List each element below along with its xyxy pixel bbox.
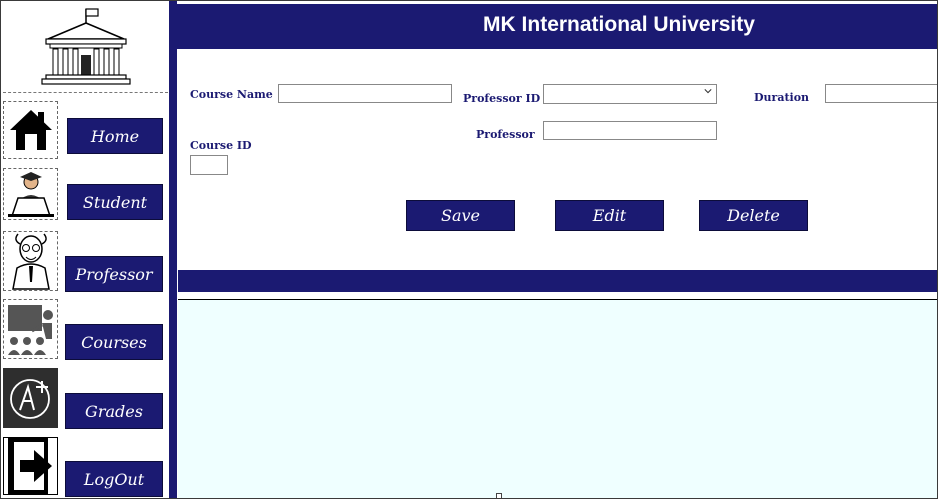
sidebar-border [169,1,177,498]
sidebar: Home Student Professor Courses Grades Lo… [1,1,169,498]
chevron-down-icon [704,89,712,94]
sidebar-item-student[interactable]: Student [67,184,163,220]
header-bar: MK International University [171,4,937,49]
delete-button[interactable]: Delete [699,200,808,231]
app-window: Home Student Professor Courses Grades Lo… [0,0,938,499]
university-logo-icon [3,3,168,91]
form-footer-bar [178,270,937,292]
student-laptop-icon [3,168,58,220]
duration-input[interactable] [825,84,937,103]
course-name-input[interactable] [278,84,452,103]
house-icon [3,101,58,159]
sidebar-item-home[interactable]: Home [67,118,163,154]
course-form: Course Name Professor ID Duration Profes… [178,49,937,270]
sidebar-item-professor[interactable]: Professor [65,256,163,292]
sidebar-item-grades[interactable]: Grades [65,393,163,429]
logout-icon [3,437,58,495]
edit-button[interactable]: Edit [555,200,664,231]
save-button[interactable]: Save [406,200,515,231]
sidebar-divider [3,92,168,93]
course-name-label: Course Name [190,88,273,101]
duration-label: Duration [754,91,810,104]
sidebar-item-logout[interactable]: LogOut [65,461,163,497]
course-id-input[interactable] [190,155,228,175]
courses-data-grid[interactable] [178,300,937,498]
sidebar-item-courses[interactable]: Courses [65,324,163,360]
grade-a-plus-icon [3,368,58,428]
professor-id-select[interactable] [543,84,717,104]
professor-id-label: Professor ID [463,92,541,105]
page-title: MK International University [483,13,755,36]
professor-label: Professor [476,128,535,141]
resize-handle[interactable] [496,493,502,498]
course-id-label: Course ID [190,139,252,152]
classroom-icon [3,299,58,359]
professor-icon [3,231,58,291]
professor-input[interactable] [543,121,717,140]
